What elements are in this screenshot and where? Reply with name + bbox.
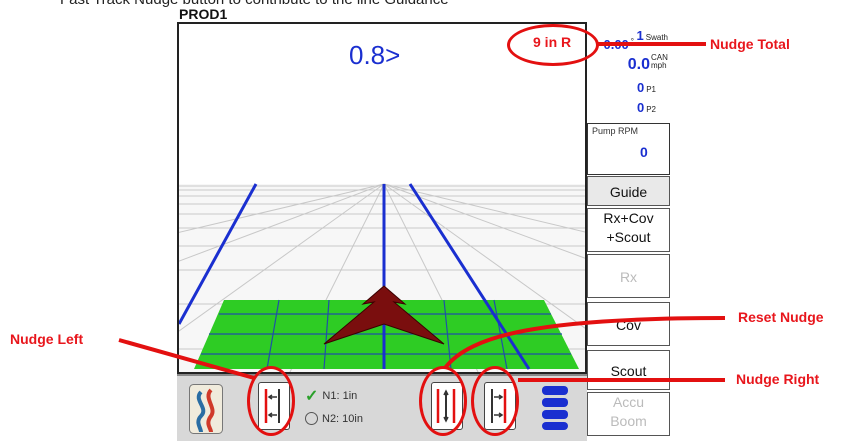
tab-rx-cov-scout[interactable]: Rx+Cov +Scout — [587, 208, 670, 252]
tab-accuboom[interactable]: Accu Boom — [587, 392, 670, 436]
steering-icon[interactable] — [189, 384, 223, 434]
heading-readout: 0.00 ° — [603, 37, 634, 52]
reset-nudge-ring — [419, 366, 467, 436]
tab-guide[interactable]: Guide — [587, 176, 670, 206]
p2-readout: 0 P2 — [636, 100, 656, 115]
annotation-nudge-total: Nudge Total — [710, 36, 790, 52]
tab-scout[interactable]: Scout — [587, 350, 670, 390]
speed-unit: CAN mph — [651, 53, 668, 70]
annotation-reset-nudge: Reset Nudge — [738, 309, 824, 325]
speed-readout: 0.0 — [627, 56, 650, 73]
annotation-nudge-right: Nudge Right — [736, 371, 820, 387]
guidance-view: 0.8> — [177, 22, 587, 374]
status-panel: 1 Swath 9 in R 0.00 ° 0.0 CAN mph 0 P1 0 P2 P… — [533, 22, 670, 442]
pump-rpm-box: Pump RPM 0 — [587, 123, 670, 175]
p1-readout: 0 P1 — [636, 80, 656, 95]
nudge-right-ring — [471, 366, 519, 436]
boom-sections-icon[interactable] — [538, 386, 572, 430]
swath-readout: 1 Swath — [636, 28, 668, 43]
nudge-n2-option[interactable]: N2: 10in — [305, 412, 363, 425]
nudge-total-ring — [507, 24, 599, 66]
nudge-left-ring — [247, 366, 295, 436]
tab-rx[interactable]: Rx — [587, 254, 670, 298]
checkmark-icon: ✓ — [305, 388, 319, 405]
display-device: PROD1 0.8> 1 Swath 9 in R 0.00 ° 0.0 CAN… — [177, 4, 670, 442]
bottom-toolbar: ✓ N1: 1in N2: 10in — [177, 374, 587, 441]
nudge-n1-option[interactable]: ✓ N1: 1in — [305, 386, 357, 406]
window-title: PROD1 — [179, 6, 228, 22]
annotation-nudge-left: Nudge Left — [10, 331, 84, 347]
tab-cov[interactable]: Cov — [587, 302, 670, 346]
perspective-scene — [179, 183, 585, 372]
radio-circle-icon — [305, 412, 318, 425]
